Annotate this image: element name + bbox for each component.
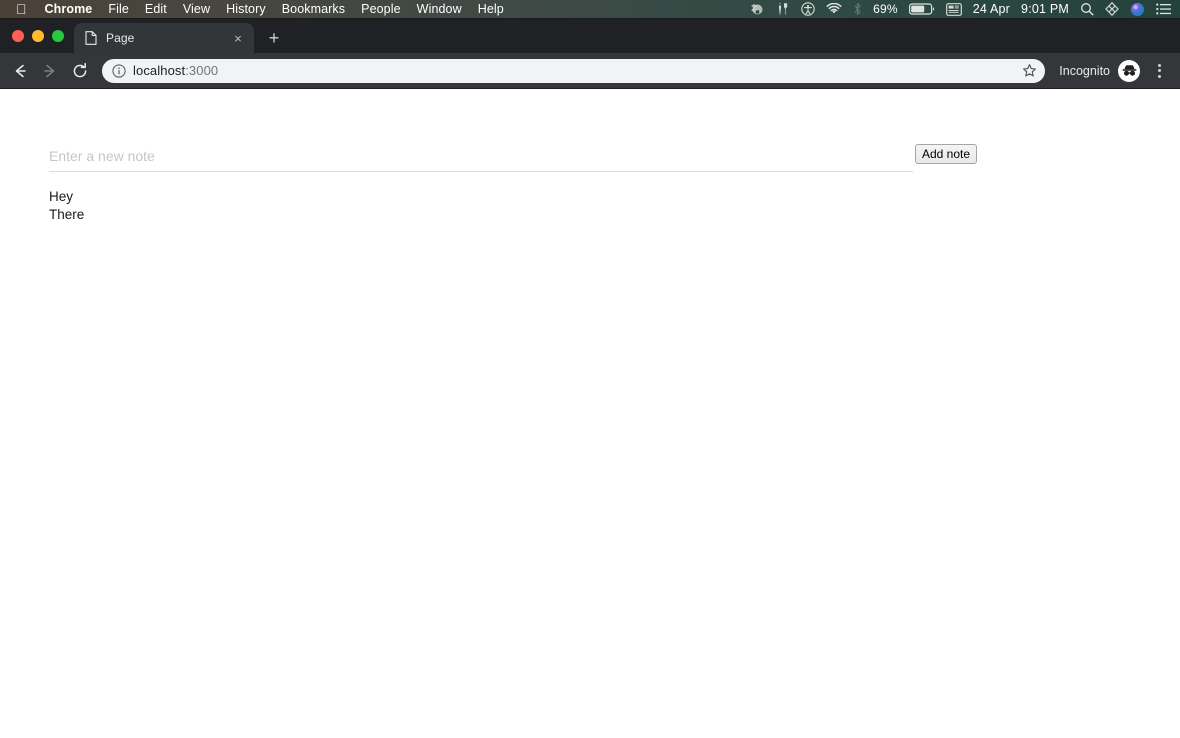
menu-item-view[interactable]: View bbox=[183, 2, 210, 16]
window-controls bbox=[8, 19, 74, 53]
menu-bar-status-area: 69% 24 Apr 9:01 PM bbox=[750, 2, 1172, 17]
spotlight-search-icon[interactable] bbox=[1080, 2, 1094, 17]
menu-item-people[interactable]: People bbox=[361, 2, 401, 16]
new-note-input[interactable] bbox=[49, 144, 913, 172]
menu-item-bookmarks[interactable]: Bookmarks bbox=[282, 2, 345, 16]
kebab-menu-icon[interactable] bbox=[1146, 58, 1172, 84]
dropbox-icon[interactable] bbox=[750, 2, 765, 17]
battery-icon[interactable] bbox=[908, 2, 935, 17]
tools-icon[interactable] bbox=[776, 2, 790, 17]
app-icon[interactable] bbox=[1105, 2, 1119, 17]
new-tab-button[interactable]: + bbox=[260, 24, 288, 52]
menu-item-edit[interactable]: Edit bbox=[145, 2, 167, 16]
menu-item-history[interactable]: History bbox=[226, 2, 266, 16]
info-circle-icon[interactable] bbox=[111, 63, 126, 78]
close-window-button[interactable] bbox=[12, 30, 24, 42]
tab-page[interactable]: Page × bbox=[74, 23, 254, 53]
url-host: localhost bbox=[133, 63, 186, 78]
maximize-window-button[interactable] bbox=[52, 30, 64, 42]
url-port: :3000 bbox=[185, 63, 219, 78]
apple-logo-icon[interactable]:  bbox=[6, 2, 27, 16]
menu-item-chrome[interactable]: Chrome bbox=[45, 2, 93, 16]
display-icon[interactable] bbox=[945, 2, 962, 17]
menu-item-window[interactable]: Window bbox=[417, 2, 462, 16]
incognito-label: Incognito bbox=[1059, 63, 1110, 78]
accessibility-icon[interactable] bbox=[801, 2, 815, 17]
menubar-time: 9:01 PM bbox=[1021, 2, 1069, 16]
menubar-date: 24 Apr bbox=[972, 2, 1011, 16]
url-text: localhost:3000 bbox=[133, 63, 1012, 78]
minimize-window-button[interactable] bbox=[32, 30, 44, 42]
chrome-browser-window: Page × + localhost:3000 Incognito Enter … bbox=[0, 19, 1180, 738]
siri-icon[interactable] bbox=[1130, 2, 1145, 17]
menu-item-help[interactable]: Help bbox=[478, 2, 504, 16]
menu-bar-items:  Chrome File Edit View History Bookmark… bbox=[6, 2, 750, 16]
tab-strip: Page × + bbox=[0, 19, 1180, 53]
close-icon[interactable]: × bbox=[230, 30, 246, 46]
battery-percent-label: 69% bbox=[873, 2, 898, 16]
new-note-form: Add note bbox=[49, 144, 1180, 172]
address-bar[interactable]: localhost:3000 bbox=[102, 58, 1046, 83]
browser-toolbar: localhost:3000 Incognito bbox=[0, 53, 1180, 89]
note-list: Hey There bbox=[49, 188, 1180, 224]
macos-menu-bar:  Chrome File Edit View History Bookmark… bbox=[0, 0, 1180, 19]
notes-app: Add note Hey There bbox=[49, 144, 1180, 224]
incognito-icon[interactable] bbox=[1118, 59, 1140, 82]
star-icon[interactable] bbox=[1019, 61, 1039, 81]
back-button[interactable] bbox=[6, 57, 34, 85]
control-center-icon[interactable] bbox=[1156, 2, 1172, 17]
menu-item-file[interactable]: File bbox=[108, 2, 129, 16]
wifi-icon[interactable] bbox=[826, 2, 842, 17]
add-note-button[interactable]: Add note bbox=[915, 144, 978, 164]
tab-title: Page bbox=[106, 31, 135, 45]
list-item[interactable]: There bbox=[49, 206, 1180, 224]
list-item[interactable]: Hey bbox=[49, 188, 1180, 206]
bluetooth-icon[interactable] bbox=[853, 2, 862, 17]
forward-button[interactable] bbox=[36, 57, 64, 85]
page-viewport: Add note Hey There bbox=[0, 89, 1180, 738]
reload-button[interactable] bbox=[66, 57, 94, 85]
document-icon bbox=[84, 31, 98, 45]
